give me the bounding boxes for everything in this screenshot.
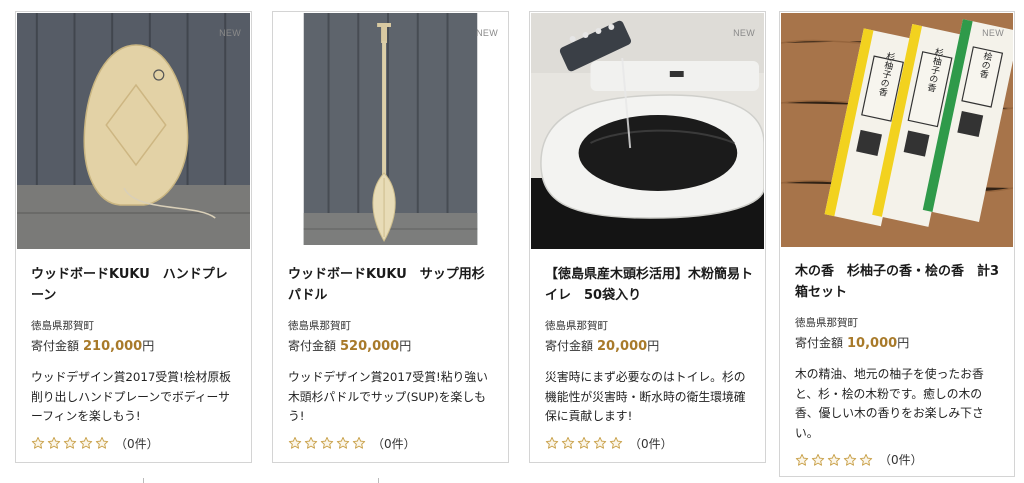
price-row: 寄付金額 20,000円 <box>545 337 753 354</box>
price-label: 寄付金額 <box>545 339 594 353</box>
price-value: 10,000 <box>847 336 898 351</box>
star-icon <box>593 436 607 449</box>
new-badge: NEW <box>476 28 498 38</box>
product-card[interactable]: NEW ウッドボードKUKU サップ用杉パドル 徳島県那賀町 寄付金額 520,0… <box>272 11 509 463</box>
star-icon <box>63 436 77 449</box>
product-region: 徳島県那賀町 <box>288 320 351 332</box>
product-description: 木の精油、地元の柚子を使ったお香と、杉・桧の木粉です。癒しの木の香、優しい木の香… <box>795 367 984 440</box>
star-icon <box>320 436 334 449</box>
star-icon <box>811 453 825 466</box>
divider-tick <box>143 478 144 483</box>
rating-stars <box>545 436 623 450</box>
price-value: 520,000 <box>340 339 400 354</box>
product-grid: NEW ウッドボードKUKU ハンドプレーン 徳島県那賀町 寄付金額 210,00… <box>0 0 1024 483</box>
product-title[interactable]: 【徳島県産木頭杉活用】木粉簡易トイレ 50袋入り <box>545 264 753 306</box>
star-icon <box>827 453 841 466</box>
star-icon <box>336 436 350 449</box>
price-unit: 円 <box>399 339 412 353</box>
product-image-incense-set[interactable]: 杉柚子の香 杉柚子の香 桧の香 <box>781 13 1013 247</box>
rating-stars <box>288 436 366 450</box>
product-card[interactable]: NEW ウッドボードKUKU ハンドプレーン 徳島県那賀町 寄付金額 210,00… <box>15 11 252 463</box>
price-label: 寄付金額 <box>288 339 337 353</box>
product-region: 徳島県那賀町 <box>795 317 858 329</box>
star-icon <box>95 436 109 449</box>
product-description: ウッドデザイン賞2017受賞!桧材原板削り出しハンドプレーンでボディーサーフィン… <box>31 370 231 423</box>
product-region: 徳島県那賀町 <box>545 320 608 332</box>
rating-count: （0件） <box>879 453 923 467</box>
star-icon <box>795 453 809 466</box>
price-value: 20,000 <box>597 339 648 354</box>
product-description: ウッドデザイン賞2017受賞!粘り強い木頭杉パドルでサップ(SUP)を楽しもう! <box>288 370 488 423</box>
star-icon <box>577 436 591 449</box>
price-row: 寄付金額 210,000円 <box>31 337 239 354</box>
product-card[interactable]: NEW 【徳島県産木頭杉活用】木粉簡易トイレ 50袋入り 徳島県那賀町 寄付金額… <box>529 11 766 463</box>
product-description: 災害時にまず必要なのはトイレ。杉の機能性が災害時・断水時の衛生環境確保に貢献しま… <box>545 370 746 423</box>
product-title[interactable]: ウッドボードKUKU サップ用杉パドル <box>288 264 496 306</box>
rating-count: （0件） <box>115 436 159 451</box>
star-icon <box>859 453 873 466</box>
price-row: 寄付金額 10,000円 <box>795 334 1002 351</box>
price-value: 210,000 <box>83 339 143 354</box>
star-icon <box>288 436 302 449</box>
new-badge: NEW <box>982 28 1004 38</box>
product-image-toilet[interactable] <box>531 13 764 249</box>
star-icon <box>561 436 575 449</box>
price-unit: 円 <box>142 339 155 353</box>
rating: （0件） <box>288 435 496 452</box>
rating: （0件） <box>795 451 1002 468</box>
star-icon <box>843 453 857 466</box>
star-icon <box>609 436 623 449</box>
rating-count: （0件） <box>629 436 673 451</box>
price-label: 寄付金額 <box>795 336 844 350</box>
product-image-hand-plane[interactable] <box>17 13 250 249</box>
price-label: 寄付金額 <box>31 339 80 353</box>
rating: （0件） <box>31 435 239 452</box>
price-unit: 円 <box>647 339 660 353</box>
price-row: 寄付金額 520,000円 <box>288 337 496 354</box>
divider-tick <box>378 478 379 483</box>
rating-count: （0件） <box>372 436 416 451</box>
product-image-sup-paddle[interactable] <box>274 13 507 249</box>
star-icon <box>352 436 366 449</box>
rating-stars <box>31 436 109 450</box>
rating: （0件） <box>545 435 753 452</box>
new-badge: NEW <box>733 28 755 38</box>
new-badge: NEW <box>219 28 241 38</box>
star-icon <box>31 436 45 449</box>
star-icon <box>304 436 318 449</box>
price-unit: 円 <box>897 336 910 350</box>
product-title[interactable]: ウッドボードKUKU ハンドプレーン <box>31 264 239 306</box>
rating-stars <box>795 453 873 467</box>
product-region: 徳島県那賀町 <box>31 320 94 332</box>
star-icon <box>79 436 93 449</box>
product-title[interactable]: 木の香 杉柚子の香・桧の香 計3箱セット <box>795 261 1002 303</box>
product-card[interactable]: 杉柚子の香 杉柚子の香 桧の香 NEW 木の香 杉柚子の香・桧の香 計3箱セット… <box>779 11 1015 477</box>
star-icon <box>545 436 559 449</box>
star-icon <box>47 436 61 449</box>
